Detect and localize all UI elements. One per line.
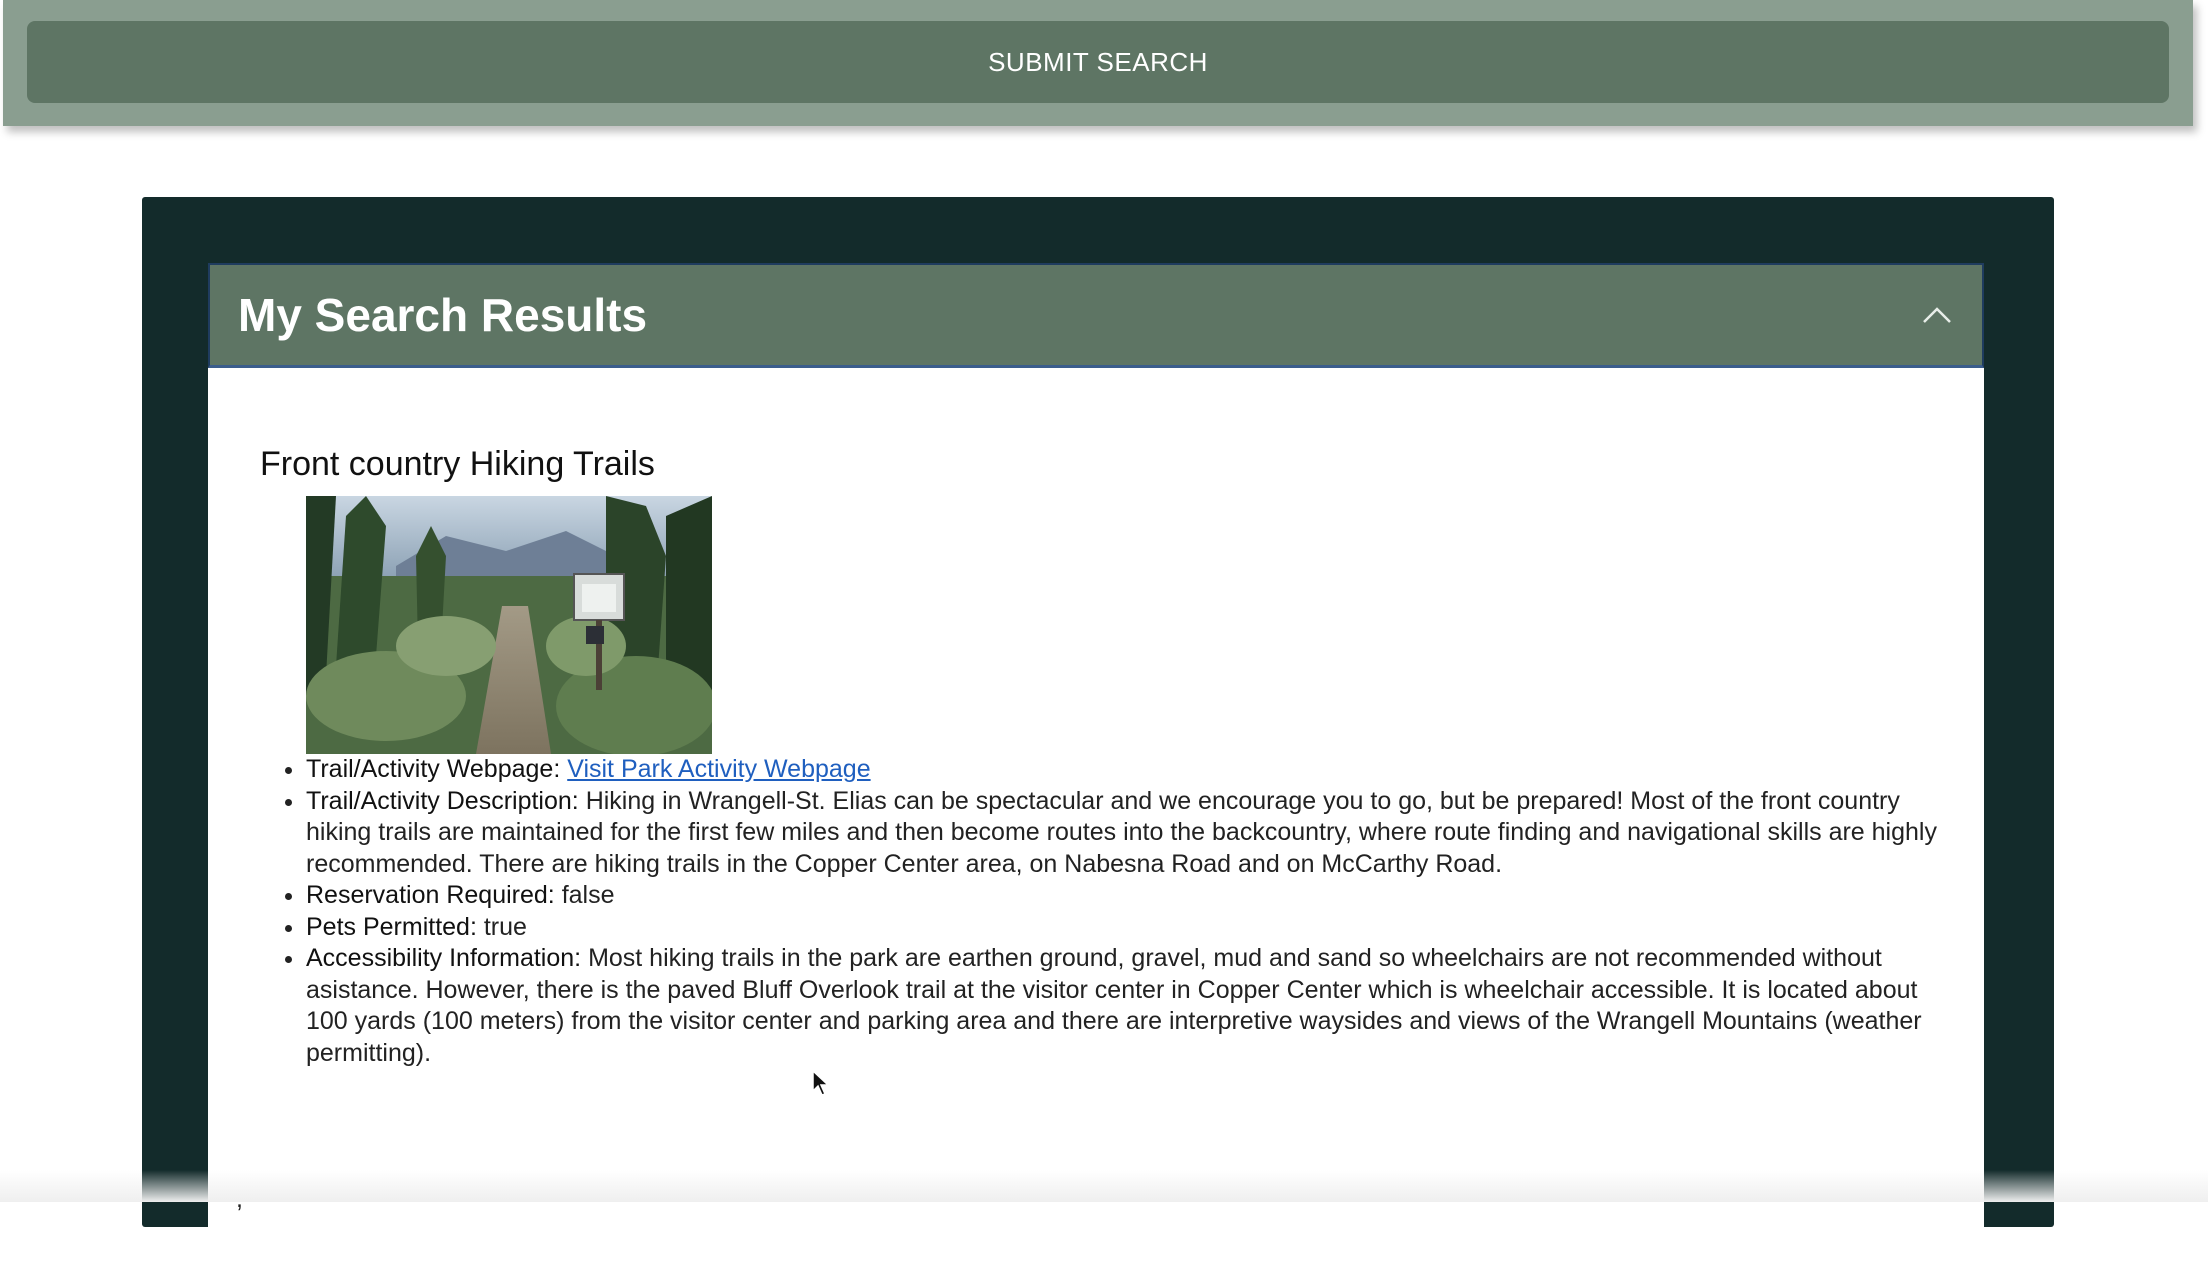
accessibility-label: Accessibility Information: [306,944,582,972]
submit-search-button[interactable]: SUBMIT SEARCH [27,21,2169,103]
activity-details: Trail/Activity Webpage: Visit Park Activ… [260,754,1960,1069]
list-item: Pets Permitted: true [306,912,1960,944]
pets-label: Pets Permitted: [306,912,477,941]
list-item: Accessibility Information: Most hiking t… [306,943,1960,1069]
trail-photo [306,496,712,754]
webpage-label: Trail/Activity Webpage: [306,755,561,783]
page-bottom-edge [0,1170,2208,1202]
pets-value: true [483,912,527,941]
list-item: Reservation Required: false [306,880,1960,912]
reservation-value: false [561,881,615,909]
reservation-label: Reservation Required: [306,881,555,909]
chevron-up-icon[interactable] [1920,298,1954,332]
activity-webpage-link[interactable]: Visit Park Activity Webpage [567,755,870,783]
results-panel: My Search Results Front country Hiking T… [208,263,1984,1263]
results-container: My Search Results Front country Hiking T… [142,197,2054,1263]
list-item: Trail/Activity Description: Hiking in Wr… [306,786,1960,881]
results-header[interactable]: My Search Results [208,263,1984,368]
description-label: Trail/Activity Description: [306,786,579,815]
result-item: Front country Hiking Trails • Trail/Acti… [260,445,1960,1069]
mouse-cursor-icon [812,1070,830,1096]
results-title: My Search Results [238,289,648,341]
activity-title: Front country Hiking Trails [260,445,655,483]
search-bar: SUBMIT SEARCH [3,0,2193,126]
list-item: Trail/Activity Webpage: Visit Park Activ… [306,754,1960,786]
